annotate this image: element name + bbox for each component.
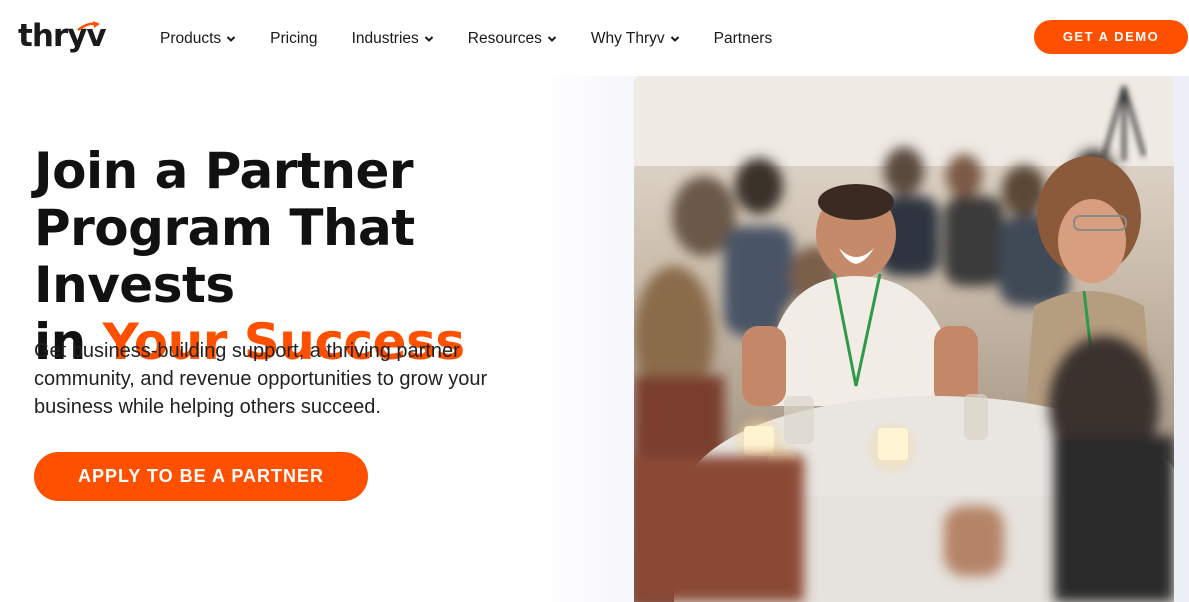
nav-item-resources[interactable]: Resources [468, 30, 557, 48]
chevron-down-icon [670, 36, 679, 42]
nav-label: Industries [351, 30, 419, 47]
site-header: thryv Products Pricing Industries Resour… [0, 0, 1189, 76]
main-nav: Products Pricing Industries Resources Wh… [160, 30, 806, 48]
thryv-logo[interactable]: thryv [18, 18, 107, 58]
nav-item-partners[interactable]: Partners [714, 30, 773, 48]
nav-item-industries[interactable]: Industries [352, 30, 434, 48]
chevron-down-icon [424, 36, 433, 42]
nav-item-why-thryv[interactable]: Why Thryv [591, 30, 680, 48]
nav-item-pricing[interactable]: Pricing [270, 30, 317, 48]
arrow-icon [77, 21, 100, 31]
nav-label: Resources [467, 30, 542, 47]
hero-photo [634, 76, 1174, 602]
nav-label: Products [160, 30, 222, 47]
event-photo-illustration [634, 76, 1174, 602]
hero-title-line2: Program That Invests [34, 199, 415, 314]
get-a-demo-button[interactable]: GET A DEMO [1034, 20, 1188, 54]
hero-subtitle: Get business-building support, a thrivin… [34, 340, 488, 418]
hero-title-line1: Join a Partner [34, 142, 414, 200]
nav-label: Pricing [270, 30, 318, 47]
nav-item-products[interactable]: Products [160, 30, 236, 48]
chevron-down-icon [226, 36, 236, 42]
apply-to-be-partner-button[interactable]: APPLY TO BE A PARTNER [34, 452, 368, 501]
chevron-down-icon [547, 36, 557, 42]
nav-label: Partners [713, 30, 773, 47]
nav-label: Why Thryv [590, 30, 665, 47]
